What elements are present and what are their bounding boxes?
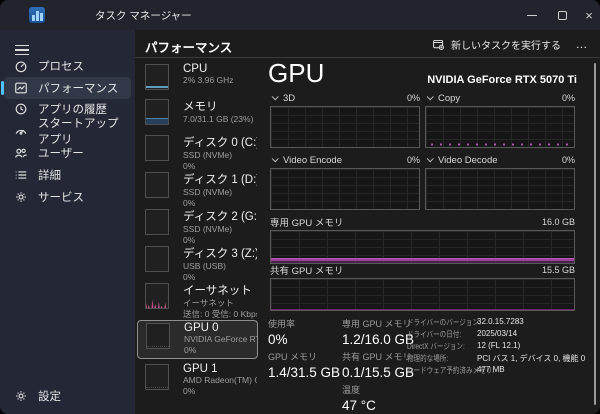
shared-memory-chart[interactable] bbox=[270, 278, 575, 311]
chevron-down-icon bbox=[271, 154, 279, 162]
stat-gpu-memory: GPU メモリ 1.4/31.5 GB bbox=[268, 352, 341, 380]
sidebar-item-label: 詳細 bbox=[38, 170, 61, 182]
perf-item-ethernet[interactable]: イーサネット イーサネット 送信: 0 受信: 0 Kbps bbox=[137, 281, 258, 319]
gpu-device-name: NVIDIA GeForce RTX 5070 Ti bbox=[427, 74, 577, 86]
shared-memory-max: 15.5 GB bbox=[541, 265, 575, 275]
sidebar: プロセス パフォーマンス アプリの履歴 スタートアップ アプリ ユーザー 詳細 … bbox=[0, 30, 135, 414]
perf-item-gpu1[interactable]: GPU 1 AMD Radeon(TM) Graphics 0% bbox=[137, 362, 258, 399]
stat-usage: 使用率 0% bbox=[268, 319, 296, 347]
engine-video-decode: Video Decode 0% bbox=[425, 154, 575, 210]
memory-mini-chart bbox=[145, 99, 169, 125]
vertical-scrollbar[interactable] bbox=[594, 63, 596, 405]
dedicated-memory-chart[interactable] bbox=[270, 230, 575, 264]
task-manager-app-icon bbox=[29, 7, 45, 23]
stat-temperature: 温度 47 °C bbox=[342, 385, 376, 413]
minimize-button[interactable] bbox=[518, 0, 546, 30]
disk3-mini-chart bbox=[145, 246, 169, 272]
performance-icon bbox=[13, 81, 28, 96]
engine-selector-copy[interactable]: Copy 0% bbox=[425, 92, 575, 104]
sidebar-item-processes[interactable]: プロセス bbox=[4, 55, 131, 77]
stat-dedicated-memory: 専用 GPU メモリ 1.2/16.0 GB bbox=[342, 319, 415, 347]
task-manager-window: タスク マネージャー × プロセス パフォーマンス アプリの履歴 スタートアップ… bbox=[0, 0, 600, 414]
engine-selector-video-encode[interactable]: Video Encode 0% bbox=[270, 154, 420, 166]
maximize-button[interactable] bbox=[548, 0, 576, 30]
page-title: パフォーマンス bbox=[145, 41, 233, 55]
disk1-mini-chart bbox=[145, 172, 169, 198]
processes-icon bbox=[13, 59, 28, 74]
engine-selector-3d[interactable]: 3D 0% bbox=[270, 92, 420, 104]
engine-copy-chart[interactable] bbox=[425, 106, 575, 148]
minimize-icon bbox=[527, 14, 537, 16]
selection-accent-bar bbox=[1, 81, 4, 95]
gpu-detail-panel: GPU NVIDIA GeForce RTX 5070 Ti 3D 0% Cop… bbox=[260, 58, 600, 414]
perf-item-disk2[interactable]: ディスク 2 (G:) SSD (NVMe) 0% bbox=[137, 207, 258, 245]
engine-copy-value: 0% bbox=[561, 93, 575, 103]
engine-selector-video-decode[interactable]: Video Decode 0% bbox=[425, 154, 575, 166]
content-toolbar: パフォーマンス 新しいタスクを実行する … bbox=[135, 30, 600, 58]
settings-gear-icon bbox=[13, 389, 28, 404]
sidebar-item-users[interactable]: ユーザー bbox=[4, 142, 131, 164]
sidebar-item-label: サービス bbox=[38, 192, 84, 204]
perf-item-disk1[interactable]: ディスク 1 (D:) SSD (NVMe) 0% bbox=[137, 170, 258, 208]
engine-3d: 3D 0% bbox=[270, 92, 420, 148]
engine-video-encode: Video Encode 0% bbox=[270, 154, 420, 210]
sidebar-item-settings[interactable]: 設定 bbox=[4, 385, 131, 407]
users-icon bbox=[13, 146, 28, 161]
dedicated-memory-max: 16.0 GB bbox=[541, 217, 575, 227]
engine-video-encode-chart[interactable] bbox=[270, 168, 420, 210]
perf-item-gpu0[interactable]: GPU 0 NVIDIA GeForce RTX 5070 Ti 0% bbox=[137, 320, 258, 359]
services-icon bbox=[13, 190, 28, 205]
more-options-button[interactable]: … bbox=[570, 33, 594, 55]
run-new-task-label: 新しいタスクを実行する bbox=[451, 40, 561, 52]
app-history-icon bbox=[13, 102, 28, 117]
details-icon bbox=[13, 168, 28, 183]
sidebar-item-details[interactable]: 詳細 bbox=[4, 164, 131, 186]
performance-list: CPU 2% 3.96 GHz メモリ 7.0/31.1 GB (23%) ディ… bbox=[135, 58, 260, 414]
sidebar-item-label: ユーザー bbox=[38, 148, 84, 160]
perf-item-disk3[interactable]: ディスク 3 (Z:) USB (USB) 0% bbox=[137, 244, 258, 282]
engine-video-decode-value: 0% bbox=[561, 155, 575, 165]
gpu1-mini-chart bbox=[145, 364, 169, 390]
window-title: タスク マネージャー bbox=[95, 10, 192, 22]
engine-video-encode-value: 0% bbox=[406, 155, 420, 165]
ethernet-mini-chart bbox=[145, 283, 169, 309]
cpu-mini-chart bbox=[145, 64, 169, 90]
chevron-down-icon bbox=[426, 154, 434, 162]
run-new-task-icon bbox=[433, 39, 444, 50]
sidebar-item-performance[interactable]: パフォーマンス bbox=[1, 77, 131, 99]
shared-memory-header: 共有 GPU メモリ 15.5 GB bbox=[270, 265, 575, 277]
sidebar-item-startup-apps[interactable]: スタートアップ アプリ bbox=[4, 118, 131, 146]
sidebar-item-services[interactable]: サービス bbox=[4, 186, 131, 208]
disk0-mini-chart bbox=[145, 135, 169, 161]
run-new-task-button[interactable]: 新しいタスクを実行する bbox=[426, 33, 567, 55]
gpu0-mini-chart bbox=[146, 323, 170, 349]
engine-copy: Copy 0% bbox=[425, 92, 575, 148]
sidebar-item-label: プロセス bbox=[38, 61, 84, 73]
engine-3d-value: 0% bbox=[406, 93, 420, 103]
sidebar-item-label: 設定 bbox=[38, 391, 61, 403]
perf-item-memory[interactable]: メモリ 7.0/31.1 GB (23%) bbox=[137, 97, 258, 130]
perf-item-cpu[interactable]: CPU 2% 3.96 GHz bbox=[137, 62, 258, 95]
chevron-down-icon bbox=[426, 92, 434, 100]
engine-video-decode-chart[interactable] bbox=[425, 168, 575, 210]
close-button[interactable]: × bbox=[578, 0, 600, 30]
startup-apps-icon bbox=[13, 124, 28, 139]
perf-item-disk0[interactable]: ディスク 0 (C:) SSD (NVMe) 0% bbox=[137, 133, 258, 171]
dedicated-memory-header: 専用 GPU メモリ 16.0 GB bbox=[270, 217, 575, 229]
disk2-mini-chart bbox=[145, 209, 169, 235]
engine-3d-chart[interactable] bbox=[270, 106, 420, 148]
stat-shared-memory: 共有 GPU メモリ 0.1/15.5 GB bbox=[342, 352, 415, 380]
titlebar: タスク マネージャー × bbox=[0, 0, 600, 30]
sidebar-item-label: パフォーマンス bbox=[38, 83, 119, 95]
chevron-down-icon bbox=[271, 92, 279, 100]
maximize-icon bbox=[557, 10, 567, 20]
gpu-panel-title: GPU bbox=[268, 58, 325, 88]
